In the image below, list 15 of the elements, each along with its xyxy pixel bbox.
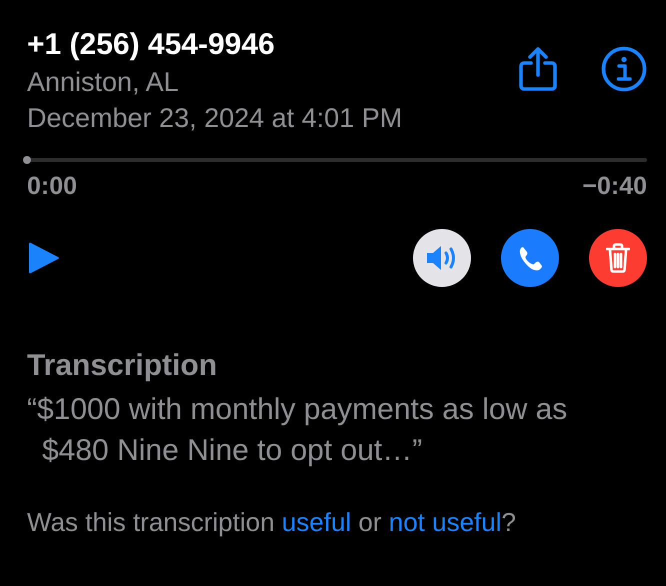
feedback-question: Was this transcription useful or not useful? xyxy=(27,507,517,538)
phone-icon xyxy=(517,245,543,271)
info-icon[interactable] xyxy=(601,46,647,92)
transcription-heading: Transcription xyxy=(27,349,218,383)
feedback-link[interactable]: not useful xyxy=(388,507,502,537)
trash-icon xyxy=(606,243,630,273)
location: Anniston, AL xyxy=(27,66,180,99)
share-icon[interactable] xyxy=(519,47,557,91)
date-time: December 23, 2024 at 4:01 PM xyxy=(27,102,402,135)
feedback-link[interactable]: useful xyxy=(282,507,352,537)
elapsed-time: 0:00 xyxy=(27,172,78,201)
transcription-text: “$1000 with monthly payments as low as $480 Nine Nine to opt out…” xyxy=(27,392,568,469)
play-icon[interactable] xyxy=(27,240,61,276)
phone-number: +1 (256) 454-9946 xyxy=(27,27,276,63)
remaining-time: −0:40 xyxy=(582,172,647,201)
